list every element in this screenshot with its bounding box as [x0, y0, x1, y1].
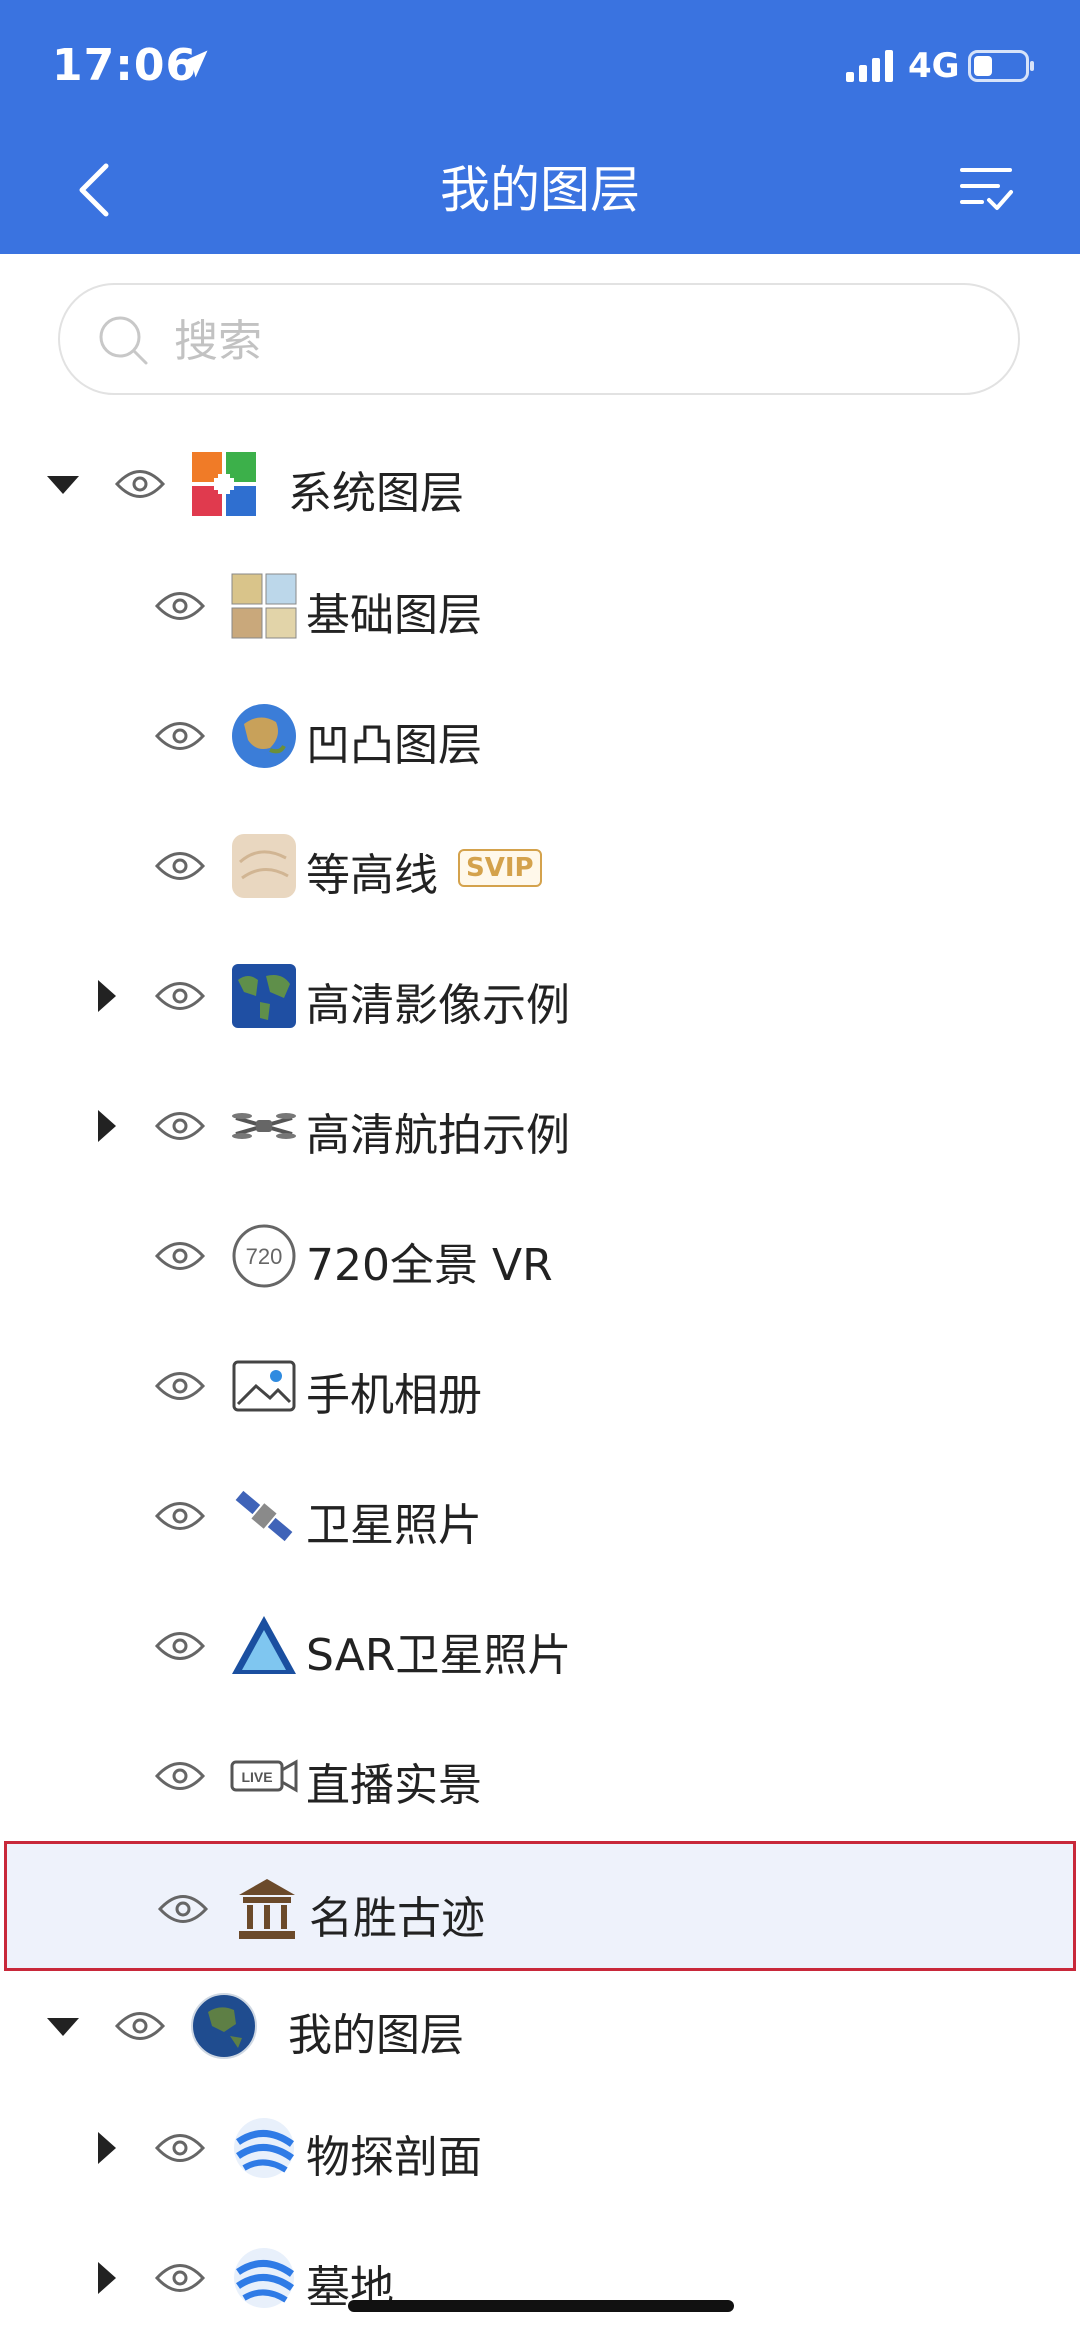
eye-icon[interactable] — [154, 1629, 206, 1663]
battery-icon — [968, 50, 1034, 82]
network-type: 4G — [908, 46, 960, 86]
tree-row-vr720[interactable]: 720 720全景 VR — [0, 1191, 1080, 1321]
tree-label: SAR卫星照片 — [306, 1630, 572, 1681]
signal-icon — [846, 50, 893, 82]
tree-row-system[interactable]: 系统图层 — [0, 419, 1080, 549]
sar-logo-icon — [232, 1616, 296, 1674]
eye-icon[interactable] — [154, 1759, 206, 1793]
system-layers-icon — [192, 452, 256, 516]
tree-row-base[interactable]: 基础图层 — [0, 541, 1080, 671]
eye-icon[interactable] — [154, 979, 206, 1013]
search-bar[interactable] — [58, 283, 1020, 395]
expand-right-icon[interactable] — [86, 2128, 126, 2168]
tree-label: 等高线 — [306, 850, 438, 901]
tree-label: 凹凸图层 — [306, 720, 482, 771]
world-map-icon — [232, 964, 296, 1028]
expand-down-icon[interactable] — [43, 2006, 83, 2046]
tree-row-contour[interactable]: 等高线 SVIP — [0, 801, 1080, 931]
expand-right-icon[interactable] — [86, 2258, 126, 2298]
expand-right-icon[interactable] — [86, 1106, 126, 1146]
svg-text:720: 720 — [246, 1244, 283, 1269]
tree-row-geophysics[interactable]: 物探剖面 — [0, 2083, 1080, 2213]
expand-right-icon[interactable] — [86, 976, 126, 1016]
tree-label: 物探剖面 — [306, 2132, 482, 2183]
tree-row-my-layers[interactable]: 我的图层 — [0, 1961, 1080, 2091]
globe-relief-icon — [232, 704, 296, 768]
tree-label: 720全景 VR — [306, 1240, 553, 1291]
eye-icon[interactable] — [154, 2261, 206, 2295]
eye-icon[interactable] — [114, 467, 166, 501]
earth-globe-icon — [191, 1993, 257, 2059]
tree-label: 手机相册 — [306, 1370, 482, 1421]
sort-list-icon[interactable] — [958, 162, 1014, 214]
tree-label: 系统图层 — [288, 468, 464, 519]
tree-row-cemetery[interactable]: 墓地 — [0, 2213, 1080, 2343]
tree-label: 基础图层 — [306, 590, 482, 641]
google-earth-icon — [234, 2118, 295, 2178]
svip-badge: SVIP — [458, 849, 542, 887]
tree-row-live[interactable]: LIVE 直播实景 — [0, 1711, 1080, 1841]
tree-label: 我的图层 — [288, 2010, 464, 2061]
contour-icon — [232, 834, 296, 898]
svg-text:LIVE: LIVE — [241, 1769, 272, 1785]
tree-label: 高清航拍示例 — [306, 1110, 570, 1161]
eye-icon[interactable] — [154, 1369, 206, 1403]
tree-row-sar[interactable]: SAR卫星照片 — [0, 1581, 1080, 1711]
photo-album-icon — [232, 1360, 296, 1412]
eye-icon[interactable] — [114, 2009, 166, 2043]
drone-icon — [232, 1113, 296, 1139]
satellite-icon — [235, 1490, 293, 1542]
tree-label: 直播实景 — [306, 1760, 482, 1811]
eye-icon[interactable] — [154, 719, 206, 753]
tree-row-satellite[interactable]: 卫星照片 — [0, 1451, 1080, 1581]
eye-icon[interactable] — [154, 1239, 206, 1273]
expand-down-icon[interactable] — [43, 464, 83, 504]
eye-icon[interactable] — [154, 849, 206, 883]
eye-icon[interactable] — [154, 589, 206, 623]
tree-row-relief[interactable]: 凹凸图层 — [0, 671, 1080, 801]
tree-row-hd-image[interactable]: 高清影像示例 — [0, 931, 1080, 1061]
home-indicator[interactable] — [348, 2300, 734, 2312]
google-earth-icon — [234, 2248, 295, 2308]
pavilion-icon — [239, 1879, 295, 1939]
eye-icon[interactable] — [154, 1499, 206, 1533]
vr720-icon: 720 — [232, 1224, 296, 1288]
eye-icon[interactable] — [154, 2131, 206, 2165]
page-title: 我的图层 — [440, 161, 640, 219]
location-arrow-icon — [180, 50, 208, 78]
base-map-icon — [231, 573, 297, 639]
search-icon — [99, 316, 148, 365]
tree-label: 卫星照片 — [306, 1500, 482, 1551]
tree-label: 名胜古迹 — [309, 1893, 485, 1944]
app-header: 17:06 4G 我的图层 — [0, 0, 1080, 254]
tree-label: 高清影像示例 — [306, 980, 570, 1031]
eye-icon[interactable] — [154, 1109, 206, 1143]
live-camera-icon: LIVE — [230, 1759, 298, 1793]
tree-row-album[interactable]: 手机相册 — [0, 1321, 1080, 1451]
search-input[interactable] — [172, 305, 976, 377]
tree-row-scenic-selected[interactable]: 名胜古迹 — [4, 1841, 1076, 1971]
eye-icon[interactable] — [157, 1892, 209, 1926]
tree-row-hd-aerial[interactable]: 高清航拍示例 — [0, 1061, 1080, 1191]
